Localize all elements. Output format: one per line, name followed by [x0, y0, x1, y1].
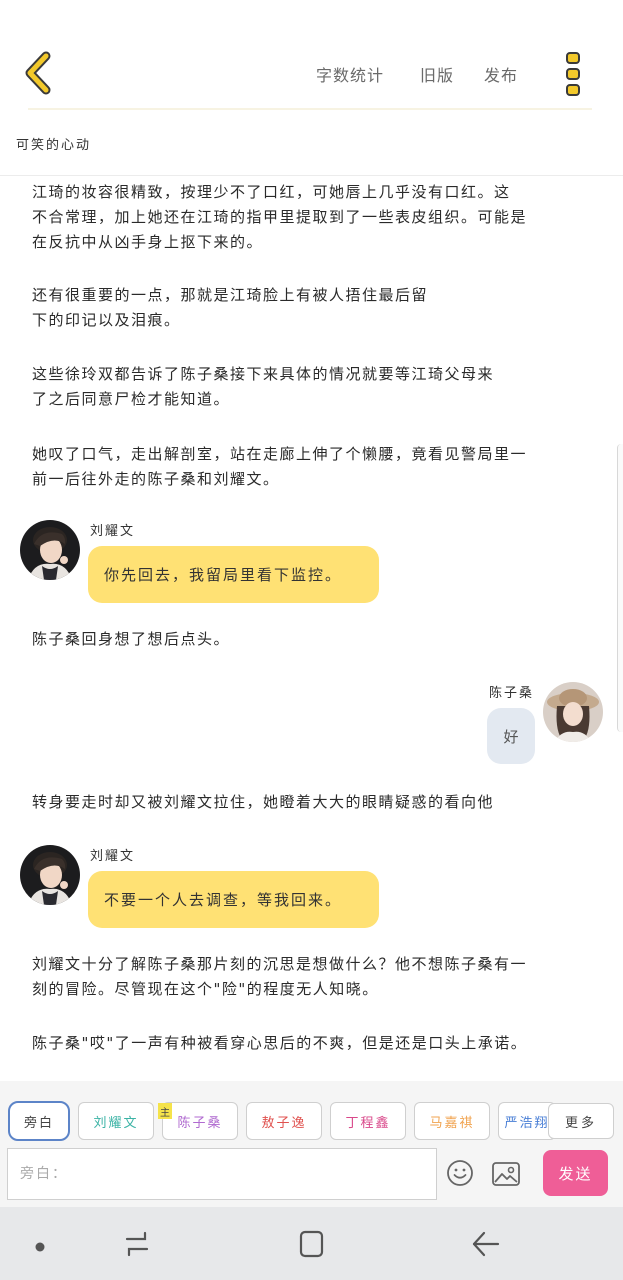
publish-button[interactable]: 发布 [484, 62, 518, 86]
dialog-text: 不要一个人去调查，等我回来。 [104, 891, 343, 909]
avatar-chen-zisang[interactable] [543, 682, 603, 742]
character-chip-label: 严浩翔 [504, 1115, 550, 1131]
speaker-name: 刘耀文 [90, 849, 136, 864]
dialog-bubble[interactable]: 好 [487, 708, 535, 764]
narration-paragraph: 江琦的妆容很精致，按理少不了口红，可她唇上几乎没有口红。这 不合常理，加上她还在… [32, 183, 528, 251]
narration-paragraph: 转身要走时却又被刘耀文拉住，她瞪着大大的眼睛疑惑的看向他 [32, 793, 495, 811]
more-options-button[interactable] [561, 50, 585, 98]
avatar-image [543, 682, 603, 742]
line-input[interactable] [8, 1149, 436, 1199]
recent-apps-icon [125, 1231, 149, 1257]
avatar-liu-yaowen[interactable] [20, 845, 80, 905]
home-button[interactable] [297, 1229, 327, 1263]
old-version-button[interactable]: 旧版 [420, 62, 454, 86]
dialog-bubble[interactable]: 你先回去，我留局里看下监控。 [88, 546, 379, 603]
recent-apps-button[interactable] [122, 1229, 152, 1263]
character-chip-label: 敖子逸 [261, 1115, 307, 1131]
dot-icon [35, 1242, 45, 1252]
scrollbar[interactable] [617, 444, 623, 732]
story-content[interactable]: 江琦的妆容很精致，按理少不了口红，可她唇上几乎没有口红。这 不合常理，加上她还在… [0, 176, 623, 1081]
emoji-button[interactable] [446, 1159, 474, 1187]
main-character-tag: 主 [158, 1103, 172, 1119]
system-nav-bar [0, 1207, 623, 1280]
back-button[interactable] [20, 50, 60, 96]
speaker-name: 陈子桑 [489, 686, 535, 701]
image-icon [492, 1162, 520, 1186]
avatar-image [20, 520, 80, 580]
narration-paragraph: 陈子桑回身想了想后点头。 [32, 630, 231, 648]
character-chip-label: 马嘉祺 [429, 1115, 475, 1131]
narration-paragraph: 她叹了口气，走出解剖室，站在走廊上伸了个懒腰，竟看见警局里一 前一后往外走的陈子… [32, 445, 528, 488]
character-chip-label: 丁程鑫 [345, 1115, 391, 1131]
home-square-icon [299, 1230, 324, 1258]
character-chip-label: 陈子桑 [177, 1115, 223, 1131]
avatar-image [20, 845, 80, 905]
character-chip[interactable]: 丁程鑫 [330, 1102, 406, 1140]
smiley-icon [447, 1160, 473, 1186]
nav-dot-button[interactable] [34, 1238, 46, 1257]
narration-paragraph: 这些徐玲双都告诉了陈子桑接下来具体的情况就要等江琦父母来 了之后同意尸检才能知道… [32, 365, 495, 408]
character-chip[interactable]: 敖子逸 [246, 1102, 322, 1140]
dialog-text: 你先回去，我留局里看下监控。 [104, 566, 343, 584]
back-nav-button[interactable] [470, 1229, 502, 1263]
more-vertical-icon [566, 52, 580, 96]
image-button[interactable] [491, 1161, 521, 1187]
character-chip-label: 旁白 [23, 1115, 54, 1131]
top-bar: 字数统计 旧版 发布 [0, 0, 623, 112]
character-chip[interactable]: 陈子桑 [162, 1102, 238, 1140]
dialog-text: 好 [503, 727, 519, 746]
avatar-liu-yaowen[interactable] [20, 520, 80, 580]
narration-paragraph: 刘耀文十分了解陈子桑那片刻的沉思是想做什么？他不想陈子桑有一 刻的冒险。尽管现在… [32, 955, 528, 998]
narration-paragraph: 陈子桑"哎"了一声有种被看穿心思后的不爽，但是还是口头上承诺。 [32, 1034, 528, 1052]
header-divider [28, 108, 592, 110]
chevron-left-icon [25, 51, 51, 95]
send-button[interactable]: 发送 [543, 1150, 608, 1196]
speaker-name: 刘耀文 [90, 524, 136, 539]
story-title: 可笑的心动 [16, 138, 92, 153]
back-arrow-icon [472, 1231, 500, 1257]
line-input-box[interactable] [7, 1148, 437, 1200]
character-chip[interactable]: 马嘉祺 [414, 1102, 490, 1140]
character-chip[interactable]: 旁白 [8, 1101, 70, 1141]
word-count-button[interactable]: 字数统计 [316, 62, 384, 86]
more-characters-button[interactable]: 更多 [548, 1103, 614, 1139]
narration-paragraph: 还有很重要的一点，那就是江琦脸上有被人捂住最后留 下的印记以及泪痕。 [32, 286, 429, 329]
character-chip-label: 刘耀文 [93, 1115, 139, 1131]
character-chip[interactable]: 刘耀文 [78, 1102, 154, 1140]
character-bar: 旁白 刘耀文 陈子桑 敖子逸 丁程鑫 马嘉祺 严浩翔 主 更多 发送 [0, 1081, 623, 1207]
dialog-bubble[interactable]: 不要一个人去调查，等我回来。 [88, 871, 379, 928]
